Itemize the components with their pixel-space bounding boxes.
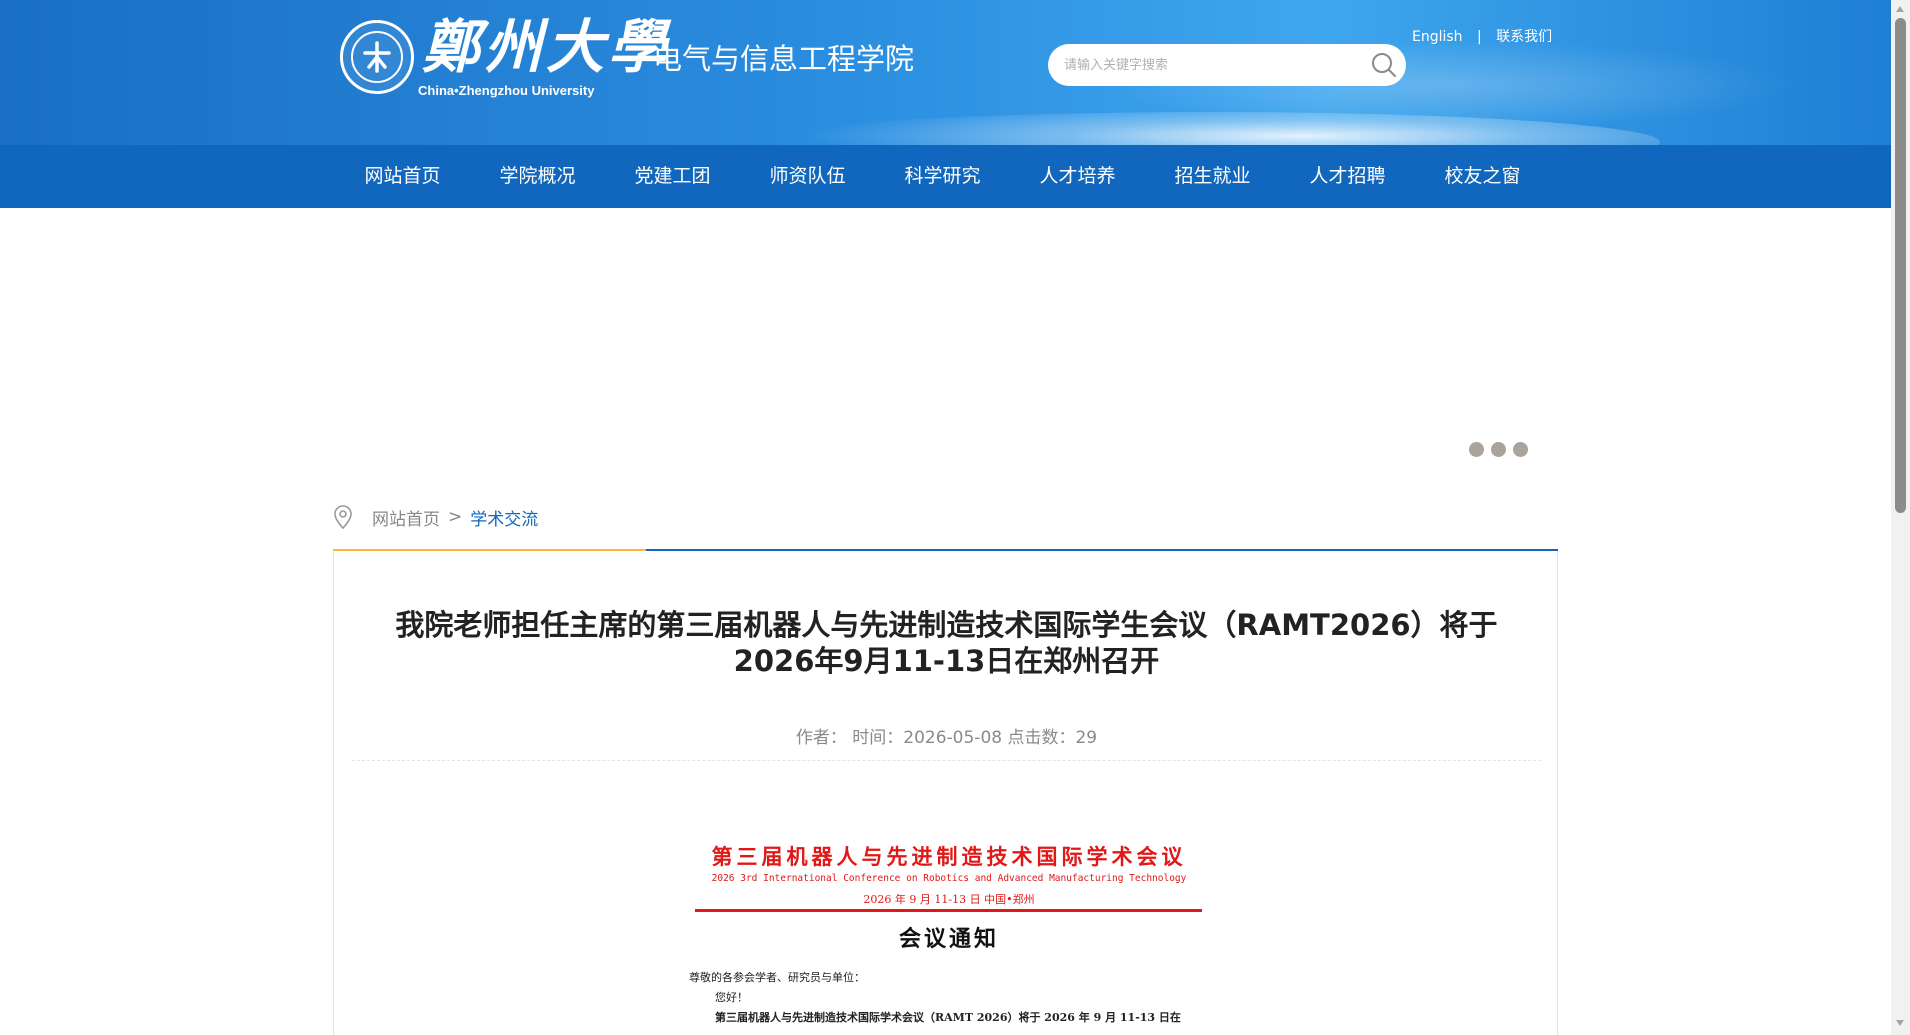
english-link[interactable]: English <box>1412 29 1463 45</box>
site-header: 鄭州大學 China•Zhengzhou University 电气与信息工程学… <box>0 0 1891 145</box>
breadcrumb-current-link[interactable]: 学术交流 <box>470 505 538 530</box>
carousel-dot-2[interactable] <box>1491 442 1506 457</box>
article-divider <box>352 760 1541 761</box>
search-box <box>1048 44 1406 86</box>
article-panel: 我院老师担任主席的第三届机器人与先进制造技术国际学生会议（RAMT2026）将于… <box>333 551 1558 1035</box>
breadcrumb-separator: > <box>448 507 463 527</box>
university-name-logo[interactable]: 鄭州大學 <box>422 14 670 80</box>
notice-english-title: 2026 3rd International Conference on Rob… <box>711 873 1187 884</box>
nav-item-recruitment[interactable]: 人才招聘 <box>1280 145 1415 208</box>
meta-time-value: 2026-05-08 <box>903 728 1003 748</box>
carousel-dot-1[interactable] <box>1469 442 1484 457</box>
notice-body-line: 第三届机器人与先进制造技术国际学术会议（RAMT 2026）将于 2026 年 … <box>715 1011 1181 1024</box>
nav-item-alumni[interactable]: 校友之窗 <box>1415 145 1550 208</box>
seal-emblem-icon <box>363 41 391 73</box>
nav-item-faculty[interactable]: 师资队伍 <box>740 145 875 208</box>
nav-item-party[interactable]: 党建工团 <box>605 145 740 208</box>
notice-salutation: 尊敬的各参会学者、研究员与单位： <box>689 971 865 984</box>
notice-date-location: 2026 年 9 月 11-13 日 中国•郑州 <box>863 893 1035 906</box>
nav-item-admissions[interactable]: 招生就业 <box>1145 145 1280 208</box>
nav-item-research[interactable]: 科学研究 <box>875 145 1010 208</box>
notice-conference-title: 第三届机器人与先进制造技术国际学术会议 <box>711 844 1187 869</box>
college-name: 电气与信息工程学院 <box>653 42 915 76</box>
article-title: 我院老师担任主席的第三届机器人与先进制造技术国际学生会议（RAMT2026）将于… <box>395 608 1498 678</box>
scroll-down-arrow-icon[interactable] <box>1896 1020 1904 1026</box>
notice-greeting: 您好！ <box>715 991 748 1004</box>
search-icon[interactable] <box>1370 51 1398 79</box>
breadcrumb-home-link[interactable]: 网站首页 <box>372 505 440 530</box>
meta-clicks-value: 29 <box>1075 728 1098 748</box>
notice-heading: 会议通知 <box>898 926 999 952</box>
search-input[interactable] <box>1064 54 1354 76</box>
top-links: English | 联系我们 <box>1412 26 1552 46</box>
main-nav: 网站首页 学院概况 党建工团 师资队伍 科学研究 人才培养 招生就业 人才招聘 … <box>0 145 1891 208</box>
carousel-dot-3[interactable] <box>1513 442 1528 457</box>
carousel-dots <box>1469 442 1535 457</box>
scroll-up-arrow-icon[interactable] <box>1896 6 1904 12</box>
meta-author-label: 作者： <box>795 728 847 748</box>
seal-inner-ring <box>351 31 403 83</box>
breadcrumb: 网站首页 > 学术交流 <box>332 502 538 532</box>
conference-notice-image: 第三届机器人与先进制造技术国际学术会议 2026 3rd Internation… <box>689 841 1209 1035</box>
top-links-separator: | <box>1477 29 1482 45</box>
banner-area <box>0 208 1891 488</box>
meta-clicks-label: 点击数： <box>1007 728 1076 748</box>
page-scrollbar[interactable] <box>1891 0 1910 1035</box>
university-english-name: China•Zhengzhou University <box>418 83 595 98</box>
nav-item-education[interactable]: 人才培养 <box>1010 145 1145 208</box>
meta-time-label: 时间： <box>852 728 904 748</box>
location-pin-icon <box>334 505 352 530</box>
contact-us-link[interactable]: 联系我们 <box>1496 29 1552 45</box>
scrollbar-thumb[interactable] <box>1895 18 1906 513</box>
university-seal-logo[interactable] <box>340 20 414 94</box>
nav-item-overview[interactable]: 学院概况 <box>470 145 605 208</box>
nav-item-home[interactable]: 网站首页 <box>335 145 470 208</box>
article-meta: 作者： 时间：2026-05-08 点击数：29 <box>334 723 1559 748</box>
notice-red-rule <box>695 909 1202 912</box>
